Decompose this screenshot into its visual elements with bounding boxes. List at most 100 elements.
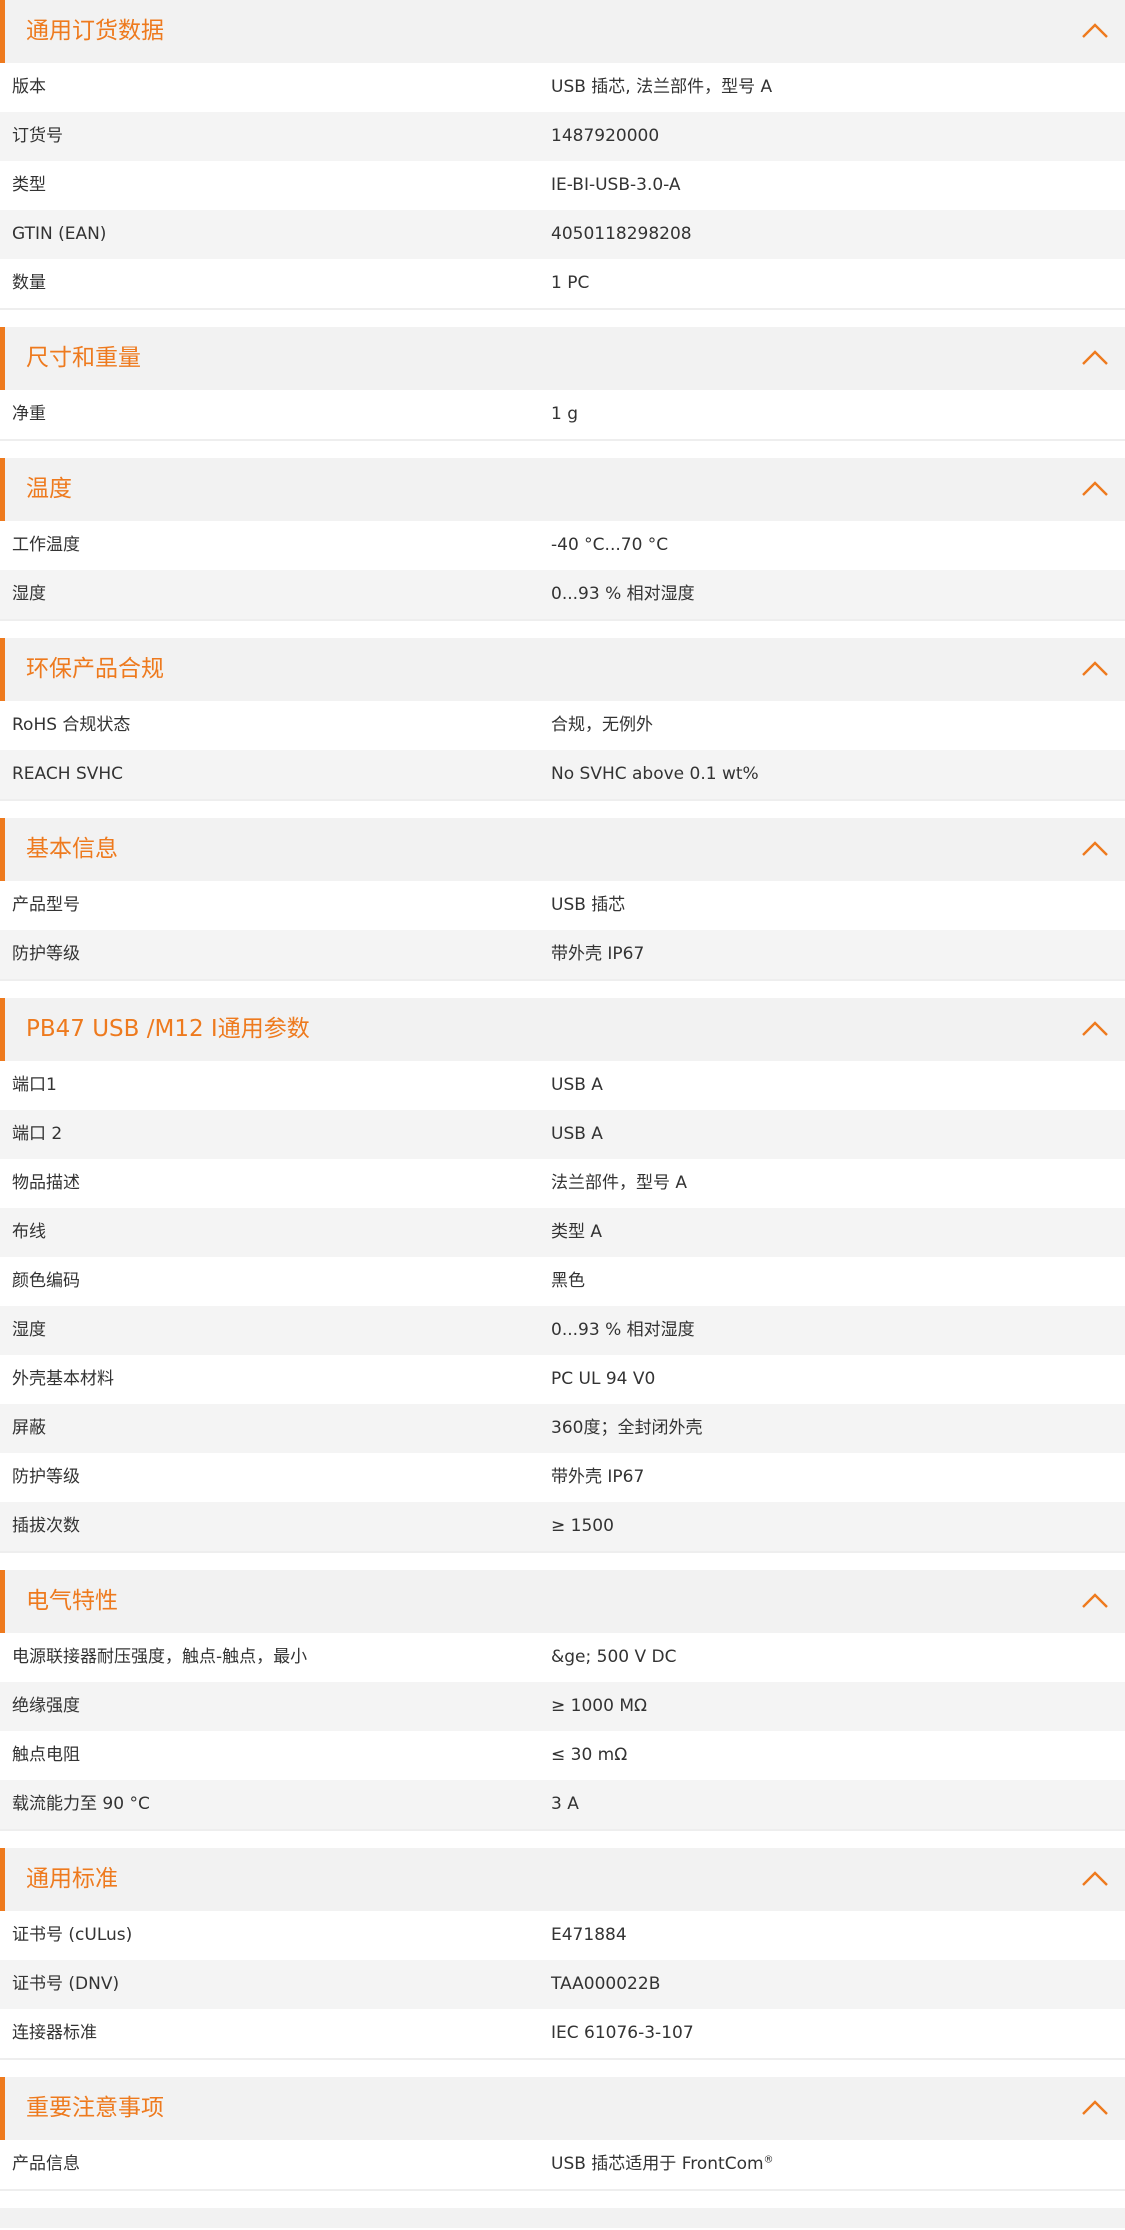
spec-label: 湿度 (12, 584, 46, 604)
section-header[interactable]: 重要注意事项 (0, 2077, 1125, 2140)
spec-row: 证书号 (DNV) TAA000022B (0, 1960, 1125, 2009)
spec-row: 类型 IE-BI-USB-3.0-A (0, 161, 1125, 210)
spec-value-text: -40 °C...70 °C (551, 535, 669, 555)
spec-value-text: USB A (551, 1124, 603, 1144)
spec-value: 黑色 (551, 1257, 585, 1306)
spec-section: 温度工作温度 -40 °C...70 °C 湿度 0...93 % 相对湿度 (0, 458, 1125, 621)
spec-value-text: ≥ 1500 (551, 1516, 614, 1536)
spec-label: REACH SVHC (12, 764, 124, 784)
spec-label: GTIN (EAN) (12, 224, 107, 244)
spec-value: ≥ 1500 (551, 1502, 614, 1551)
spec-label: 数量 (12, 273, 46, 293)
spec-section: PB47 USB /M12 I通用参数 端口1 USB A 端口 2 USB A 物品描述… (0, 998, 1125, 1553)
section-header[interactable]: 环保产品合规 (0, 638, 1125, 701)
section-title: 通用订货数据 (26, 18, 164, 44)
spec-value: ≤ 30 mΩ (551, 1731, 627, 1780)
spec-row: RoHS 合规状态 合规，无例外 (0, 701, 1125, 750)
spec-row: 产品信息 USB 插芯适用于 FrontCom® (0, 2140, 1125, 2189)
spec-value-text: PC UL 94 V0 (551, 1369, 656, 1389)
chevron-up-icon[interactable] (1081, 478, 1109, 500)
spec-value: 360度；全封闭外壳 (551, 1404, 702, 1453)
section-title: PB47 USB /M12 I通用参数 (26, 1016, 310, 1042)
spec-value: 0...93 % 相对湿度 (551, 570, 695, 619)
spec-value: IEC 61076-3-107 (551, 2009, 694, 2058)
spec-value: No SVHC above 0.1 wt% (551, 750, 759, 799)
spec-label: 布线 (12, 1222, 46, 1242)
spec-label: 产品型号 (12, 895, 80, 915)
spec-value-text: &ge; 500 V DC (551, 1647, 677, 1667)
spec-row: 防护等级 带外壳 IP67 (0, 930, 1125, 979)
spec-label: 工作温度 (12, 535, 80, 555)
spec-value-text: 黑色 (551, 1271, 585, 1291)
spec-row: 证书号 (cULus) E471884 (0, 1911, 1125, 1960)
spec-row: 端口1 USB A (0, 1061, 1125, 1110)
spec-label: 屏蔽 (12, 1418, 46, 1438)
spec-label: 类型 (12, 175, 46, 195)
spec-label: 防护等级 (12, 1467, 80, 1487)
registered-mark: ® (763, 2154, 774, 2166)
spec-section: 通用标准证书号 (cULus) E471884 证书号 (DNV) TAA000022… (0, 1848, 1125, 2060)
spec-value-text: 带外壳 IP67 (551, 944, 645, 964)
spec-label: 订货号 (12, 126, 63, 146)
section-title: 基本信息 (26, 836, 118, 862)
chevron-up-icon[interactable] (1081, 347, 1109, 369)
spec-row: GTIN (EAN) 4050118298208 (0, 210, 1125, 259)
spec-label: 物品描述 (12, 1173, 80, 1193)
spec-row: 湿度 0...93 % 相对湿度 (0, 1306, 1125, 1355)
spec-value: IE-BI-USB-3.0-A (551, 161, 681, 210)
spec-label: 湿度 (12, 1320, 46, 1340)
spec-label: 产品信息 (12, 2154, 80, 2174)
spec-label: 证书号 (DNV) (12, 1974, 120, 1994)
spec-section: 基本信息 产品型号 USB 插芯 防护等级 带外壳 IP67 (0, 818, 1125, 981)
spec-value: 4050118298208 (551, 210, 692, 259)
spec-label: 端口 2 (12, 1124, 63, 1144)
spec-row: 湿度 0...93 % 相对湿度 (0, 570, 1125, 619)
spec-value: 3 A (551, 1780, 579, 1829)
spec-label: 连接器标准 (12, 2023, 97, 2043)
spec-value-text: 360度；全封闭外壳 (551, 1418, 703, 1438)
spec-value-text: 3 A (551, 1794, 579, 1814)
spec-section: 尺寸和重量净重 1 g (0, 327, 1125, 441)
chevron-up-icon[interactable] (1081, 1018, 1109, 1040)
section-header[interactable]: PB47 USB /M12 I通用参数 (0, 998, 1125, 1061)
spec-value: -40 °C...70 °C (551, 521, 668, 570)
spec-label: 外壳基本材料 (12, 1369, 114, 1389)
spec-row: 布线 类型 A (0, 1208, 1125, 1257)
spec-value-text: 法兰部件，型号 A (551, 1173, 688, 1193)
spec-value-text: TAA000022B (551, 1974, 661, 1994)
section-header[interactable]: 通用订货数据 (0, 0, 1125, 63)
chevron-up-icon[interactable] (1081, 838, 1109, 860)
spec-label: 防护等级 (12, 944, 80, 964)
spec-label: 插拔次数 (12, 1516, 80, 1536)
chevron-up-icon[interactable] (1081, 1868, 1109, 1890)
section-header[interactable]: 尺寸和重量 (0, 327, 1125, 390)
section-title: 通用标准 (26, 1866, 118, 1892)
spec-value: 1 PC (551, 259, 589, 308)
spec-row: REACH SVHC No SVHC above 0.1 wt% (0, 750, 1125, 799)
chevron-up-icon[interactable] (1081, 1590, 1109, 1612)
section-header[interactable]: 通用标准 (0, 1848, 1125, 1911)
spec-label: 净重 (12, 404, 46, 424)
spec-value: 0...93 % 相对湿度 (551, 1306, 695, 1355)
spec-row: 端口 2 USB A (0, 1110, 1125, 1159)
spec-value: USB 插芯适用于 FrontCom® (551, 2140, 774, 2189)
section-title: 电气特性 (26, 1588, 118, 1614)
spec-value: PC UL 94 V0 (551, 1355, 655, 1404)
spec-section: 通用订货数据 版本 USB 插芯, 法兰部件，型号 A 订货号 1487920000 类型… (0, 0, 1125, 310)
section-header[interactable]: 温度 (0, 458, 1125, 521)
spec-value: 1487920000 (551, 112, 659, 161)
section-header[interactable]: 电气特性 (0, 1570, 1125, 1633)
chevron-up-icon[interactable] (1081, 20, 1109, 42)
spec-value-text: USB 插芯适用于 FrontCom (551, 2154, 764, 2174)
spec-value-text: 类型 A (551, 1222, 603, 1242)
section-header[interactable]: 基本信息 (0, 818, 1125, 881)
spec-value-text: E471884 (551, 1925, 627, 1945)
spec-label: 端口1 (12, 1075, 57, 1095)
spec-row: 净重 1 g (0, 390, 1125, 439)
next-section-header-partial (0, 2208, 1125, 2228)
chevron-up-icon[interactable] (1081, 658, 1109, 680)
spec-value: 合规，无例外 (551, 701, 653, 750)
chevron-up-icon[interactable] (1081, 2097, 1109, 2119)
spec-value-text: 1 g (551, 404, 579, 424)
spec-value: 类型 A (551, 1208, 602, 1257)
